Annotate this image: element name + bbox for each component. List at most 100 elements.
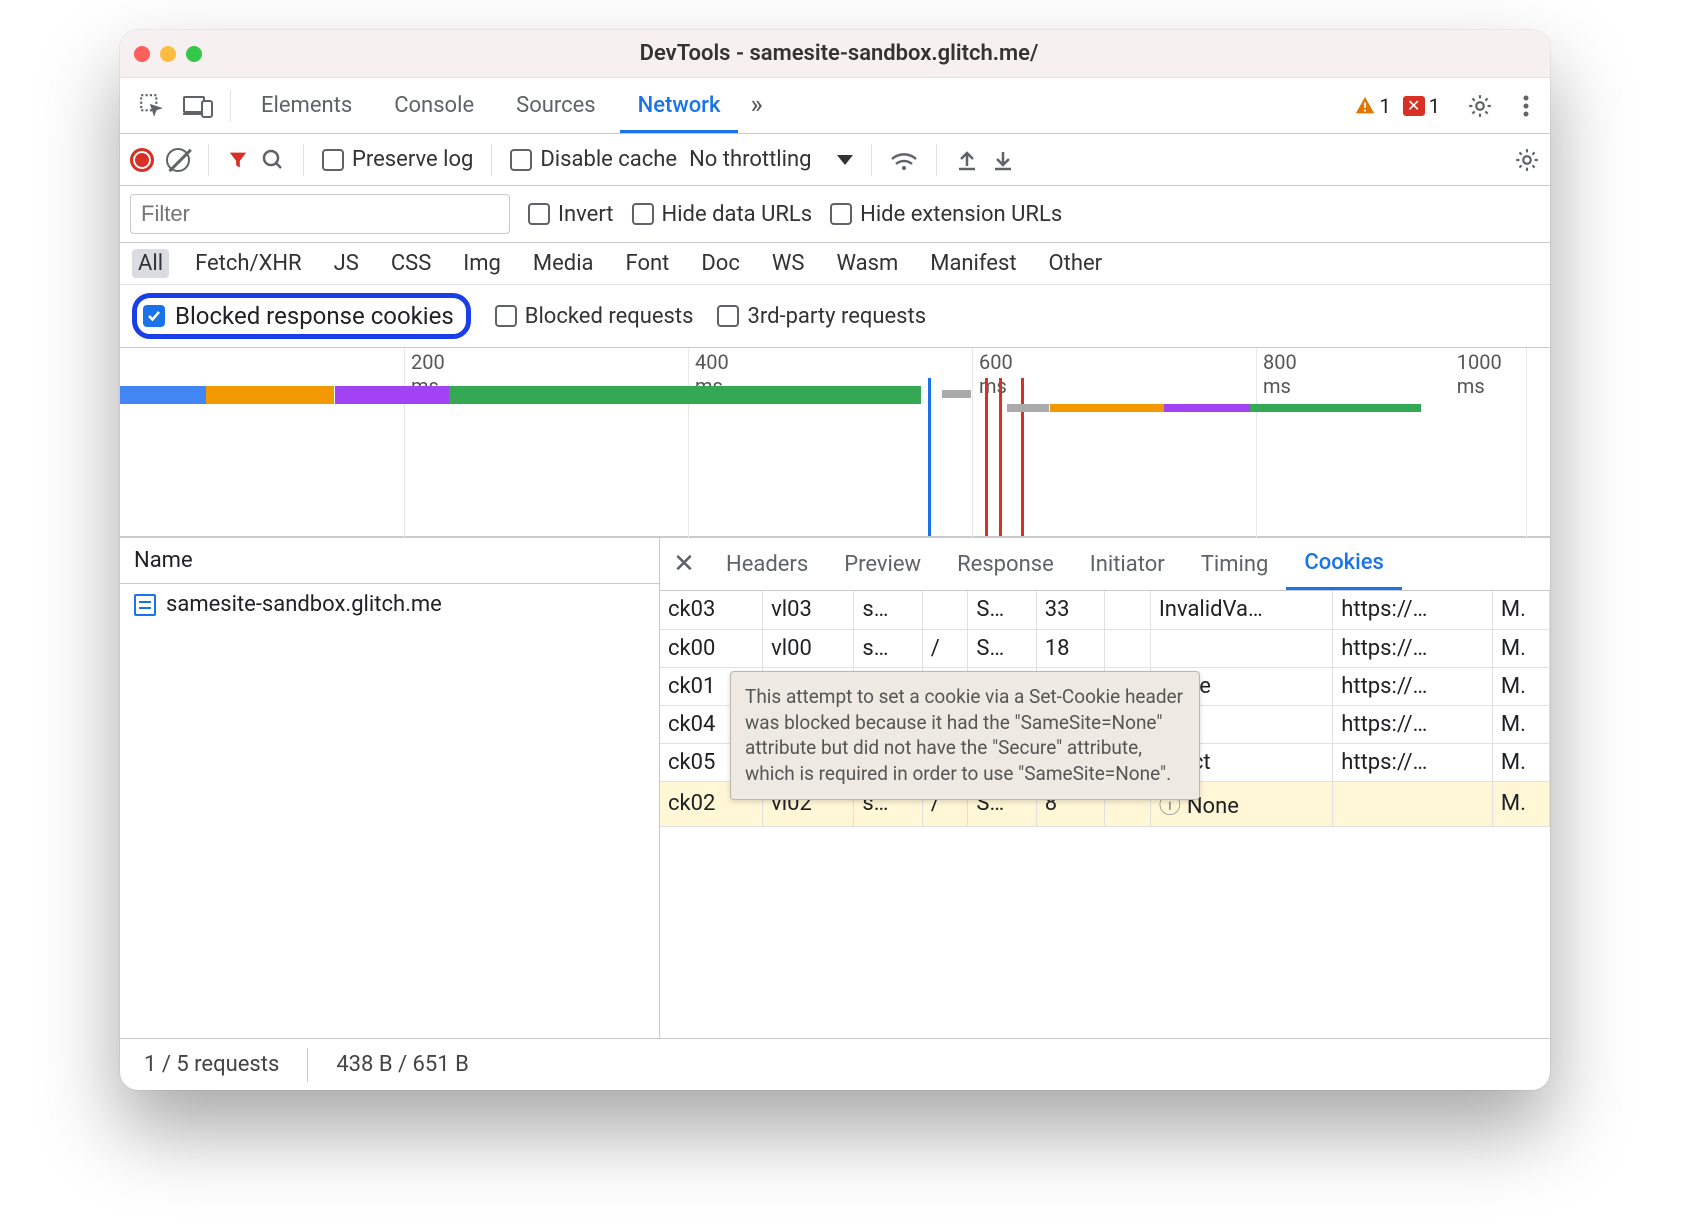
tick-label: 800 ms <box>1263 350 1297 398</box>
minimize-window-button[interactable] <box>160 46 176 62</box>
filter-wasm[interactable]: Wasm <box>830 249 904 278</box>
separator <box>936 144 937 176</box>
disable-cache-checkbox[interactable]: Disable cache <box>510 147 677 172</box>
filter-doc[interactable]: Doc <box>695 249 746 278</box>
tab-network[interactable]: Network <box>620 79 739 133</box>
timeline-bar <box>942 390 971 398</box>
checkbox-icon <box>510 149 532 171</box>
hide-data-urls-label: Hide data URLs <box>662 202 813 227</box>
timeline-bar <box>120 386 206 404</box>
record-button[interactable] <box>130 148 154 172</box>
network-conditions-icon[interactable] <box>890 149 918 171</box>
window-controls <box>134 46 202 62</box>
name-column-header[interactable]: Name <box>120 538 659 584</box>
third-party-requests-label: 3rd-party requests <box>747 304 926 329</box>
hide-extension-urls-label: Hide extension URLs <box>860 202 1062 227</box>
filter-input[interactable] <box>130 194 510 234</box>
extra-filters: Blocked response cookies Blocked request… <box>120 285 1550 348</box>
tick-label: 600 ms <box>979 350 1013 398</box>
kebab-menu-icon[interactable] <box>1506 94 1546 118</box>
cookies-table[interactable]: ck03vl03s…S…33InvalidVa…https://…M.ck00v… <box>660 591 1550 1038</box>
cookie-cell: vl00 <box>763 629 854 667</box>
blocked-response-cookies-label: Blocked response cookies <box>175 302 454 330</box>
cookie-cell: S… <box>968 591 1036 629</box>
timeline-overview[interactable]: 200 ms 400 ms 600 ms 800 ms 1000 ms <box>120 348 1550 538</box>
cookie-row[interactable]: ck00vl00s…/S…18https://…M. <box>660 629 1550 667</box>
timeline-bar <box>449 386 921 404</box>
cookie-cell: ck03 <box>660 591 763 629</box>
search-icon[interactable] <box>261 148 285 172</box>
tab-sources[interactable]: Sources <box>498 79 614 133</box>
blocked-requests-checkbox[interactable]: Blocked requests <box>495 304 694 329</box>
cookie-cell: M. <box>1492 667 1549 705</box>
separator <box>303 144 304 176</box>
settings-icon[interactable] <box>1460 93 1500 119</box>
device-toolbar-icon[interactable] <box>178 94 218 118</box>
cookie-cell: 18 <box>1036 629 1104 667</box>
cookie-cell: M. <box>1492 591 1549 629</box>
timeline-bar <box>1250 404 1422 412</box>
request-name: samesite-sandbox.glitch.me <box>166 592 442 617</box>
filter-icon[interactable] <box>227 149 249 171</box>
cookie-cell <box>1150 629 1332 667</box>
timeline-bar <box>1007 404 1050 412</box>
tab-console[interactable]: Console <box>376 79 492 133</box>
close-window-button[interactable] <box>134 46 150 62</box>
detail-tab-preview[interactable]: Preview <box>826 540 939 589</box>
filter-css[interactable]: CSS <box>385 249 437 278</box>
filter-all[interactable]: All <box>132 249 169 278</box>
disable-cache-label: Disable cache <box>540 147 677 172</box>
detail-tab-initiator[interactable]: Initiator <box>1072 540 1183 589</box>
detail-tab-response[interactable]: Response <box>939 540 1072 589</box>
filter-img[interactable]: Img <box>457 249 507 278</box>
checkbox-icon <box>717 305 739 327</box>
filter-other[interactable]: Other <box>1043 249 1109 278</box>
zoom-window-button[interactable] <box>186 46 202 62</box>
warnings-badge[interactable]: 1 <box>1354 94 1391 118</box>
close-detail-button[interactable]: ✕ <box>660 549 708 579</box>
invert-checkbox[interactable]: Invert <box>528 202 614 227</box>
throttling-dropdown[interactable]: No throttling <box>689 147 853 172</box>
filter-fetch-xhr[interactable]: Fetch/XHR <box>189 249 308 278</box>
resource-type-filters: All Fetch/XHR JS CSS Img Media Font Doc … <box>120 243 1550 285</box>
hide-data-urls-checkbox[interactable]: Hide data URLs <box>632 202 813 227</box>
detail-tab-headers[interactable]: Headers <box>708 540 826 589</box>
timeline-bar <box>1164 404 1250 412</box>
filter-manifest[interactable]: Manifest <box>924 249 1022 278</box>
timeline-bar <box>1050 404 1164 412</box>
overflow-tabs-button[interactable]: » <box>744 76 780 135</box>
network-settings-icon[interactable] <box>1514 147 1540 173</box>
hide-extension-urls-checkbox[interactable]: Hide extension URLs <box>830 202 1062 227</box>
separator <box>307 1048 308 1082</box>
filter-js[interactable]: JS <box>328 249 365 278</box>
separator <box>208 144 209 176</box>
warnings-count: 1 <box>1380 94 1391 118</box>
detail-tab-timing[interactable]: Timing <box>1183 540 1287 589</box>
tab-elements[interactable]: Elements <box>243 79 370 133</box>
blocked-response-cookies-checkbox[interactable]: Blocked response cookies <box>132 293 471 339</box>
detail-tab-cookies[interactable]: Cookies <box>1286 538 1402 590</box>
inspect-element-icon[interactable] <box>132 93 172 119</box>
warning-icon <box>1354 95 1376 117</box>
cookie-cell: vl03 <box>763 591 854 629</box>
filter-font[interactable]: Font <box>620 249 676 278</box>
clear-button[interactable] <box>166 148 190 172</box>
checkbox-icon <box>528 203 550 225</box>
blocked-requests-label: Blocked requests <box>525 304 694 329</box>
document-icon <box>134 594 156 616</box>
upload-har-icon[interactable] <box>955 148 979 172</box>
chevron-down-icon <box>837 155 853 165</box>
request-row[interactable]: samesite-sandbox.glitch.me <box>120 584 659 625</box>
preserve-log-label: Preserve log <box>352 147 473 172</box>
preserve-log-checkbox[interactable]: Preserve log <box>322 147 473 172</box>
download-har-icon[interactable] <box>991 148 1015 172</box>
filter-ws[interactable]: WS <box>766 249 811 278</box>
errors-badge[interactable]: ✕ 1 <box>1403 94 1440 118</box>
third-party-requests-checkbox[interactable]: 3rd-party requests <box>717 304 926 329</box>
separator <box>491 144 492 176</box>
cookie-row[interactable]: ck03vl03s…S…33InvalidVa…https://…M. <box>660 591 1550 629</box>
filter-media[interactable]: Media <box>527 249 600 278</box>
timeline-marker <box>985 378 988 536</box>
cookie-cell: ck00 <box>660 629 763 667</box>
main-tabstrip: Elements Console Sources Network » 1 ✕ 1 <box>120 78 1550 134</box>
